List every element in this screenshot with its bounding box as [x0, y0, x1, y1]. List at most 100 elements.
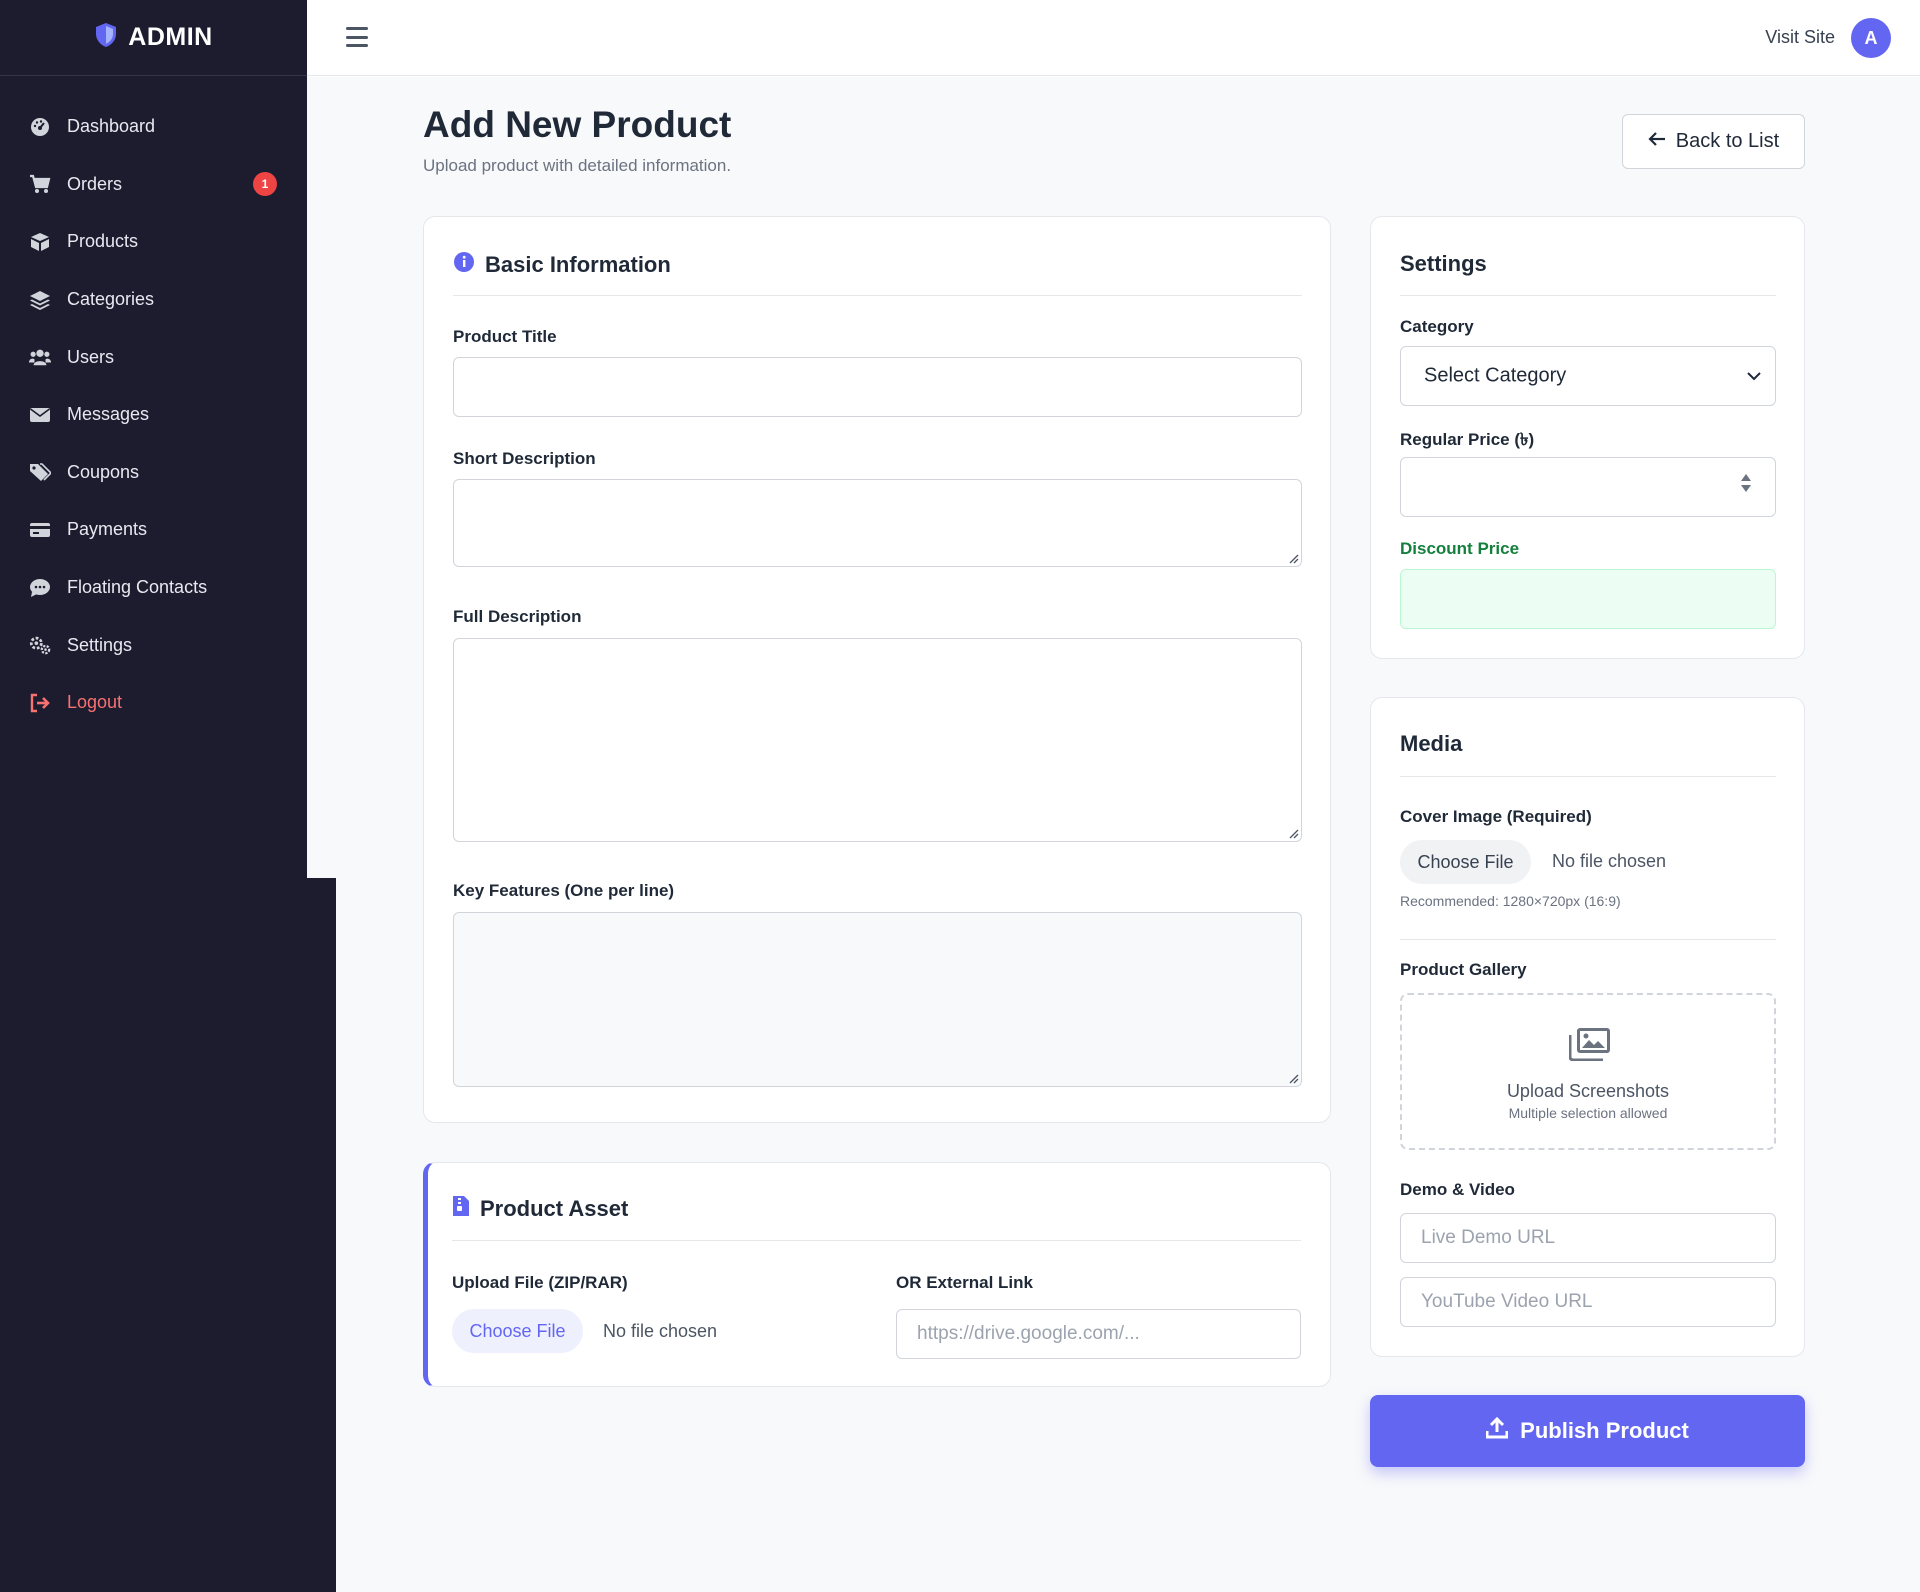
- sidebar-item-label: Settings: [67, 634, 133, 655]
- number-spinner-icon[interactable]: [1741, 474, 1751, 492]
- key-features-label: Key Features (One per line): [453, 881, 675, 900]
- cover-file-status: No file chosen: [1552, 851, 1667, 871]
- live-demo-url-input[interactable]: Live Demo URL: [1400, 1213, 1776, 1263]
- divider: [453, 295, 1302, 296]
- divider: [1400, 776, 1776, 777]
- publish-product-button[interactable]: Publish Product: [1370, 1395, 1805, 1467]
- topbar: Visit Site A: [307, 0, 1920, 76]
- orders-badge: 1: [253, 172, 277, 197]
- sidebar-item-orders[interactable]: Orders 1: [0, 156, 307, 214]
- publish-product-label: Publish Product: [1520, 1418, 1689, 1443]
- product-asset-title: Product Asset: [452, 1195, 628, 1223]
- menu-toggle-icon[interactable]: [344, 24, 370, 50]
- sidebar-item-settings[interactable]: Settings: [0, 616, 307, 674]
- external-link-input[interactable]: https://drive.google.com/...: [896, 1309, 1301, 1359]
- asset-choose-file-button[interactable]: Choose File: [452, 1309, 583, 1353]
- arrow-left-icon: [1648, 130, 1666, 153]
- product-gallery-label: Product Gallery: [1400, 960, 1527, 979]
- sidebar-item-label: Orders: [67, 173, 123, 194]
- sidebar-item-label: Coupons: [67, 461, 140, 482]
- sidebar-item-label: Payments: [67, 519, 148, 540]
- short-description-label: Short Description: [453, 449, 596, 468]
- cover-choose-file-button[interactable]: Choose File: [1400, 840, 1531, 884]
- upload-icon: [1485, 1416, 1509, 1445]
- category-select-value: Select Category: [1424, 364, 1567, 387]
- full-description-label: Full Description: [453, 607, 582, 626]
- asset-file-status: No file chosen: [603, 1321, 718, 1341]
- resize-grip-icon[interactable]: [1287, 1072, 1299, 1084]
- cover-recommended-hint: Recommended: 1280×720px (16:9): [1400, 893, 1621, 909]
- cover-image-label: Cover Image (Required): [1400, 807, 1592, 826]
- sidebar-item-label: Categories: [67, 289, 155, 310]
- sidebar-item-messages[interactable]: Messages: [0, 386, 307, 444]
- page-subtitle: Upload product with detailed information…: [423, 156, 732, 175]
- sidebar-item-payments[interactable]: Payments: [0, 501, 307, 559]
- sidebar-item-label: Products: [67, 231, 139, 252]
- resize-grip-icon[interactable]: [1287, 827, 1299, 839]
- sidebar-overflow: [0, 878, 336, 1592]
- regular-price-label: Regular Price (৳): [1400, 430, 1535, 449]
- short-description-textarea[interactable]: [453, 479, 1302, 567]
- product-asset-label: Product Asset: [480, 1196, 629, 1221]
- basic-information-title: Basic Information: [453, 251, 671, 279]
- sidebar-item-logout[interactable]: Logout: [0, 674, 307, 732]
- layers-icon: [29, 289, 51, 311]
- sidebar-item-categories[interactable]: Categories: [0, 271, 307, 329]
- sidebar-item-floating-contacts[interactable]: Floating Contacts: [0, 559, 307, 617]
- credit-card-icon: [29, 519, 51, 541]
- youtube-url-input[interactable]: YouTube Video URL: [1400, 1277, 1776, 1327]
- dashboard-icon: [29, 116, 51, 138]
- product-title-input[interactable]: [453, 357, 1302, 417]
- settings-card: Settings Category Select Category Regula…: [1370, 216, 1805, 659]
- chat-icon: [29, 577, 51, 599]
- brand-name: ADMIN: [128, 23, 213, 51]
- visit-site-link[interactable]: Visit Site: [1765, 27, 1835, 48]
- youtube-url-placeholder: YouTube Video URL: [1421, 1291, 1593, 1312]
- tags-icon: [29, 461, 51, 483]
- avatar[interactable]: A: [1851, 18, 1891, 58]
- regular-price-input[interactable]: [1400, 457, 1776, 517]
- brand[interactable]: ADMIN: [0, 0, 307, 76]
- product-asset-card: Product Asset Upload File (ZIP/RAR) Choo…: [423, 1162, 1331, 1387]
- category-select[interactable]: Select Category: [1400, 346, 1776, 406]
- sidebar: ADMIN Dashboard Orders 1 Products Catego…: [0, 0, 307, 878]
- basic-information-card: Basic Information Product Title Short De…: [423, 216, 1331, 1123]
- gallery-upload-subtitle: Multiple selection allowed: [1508, 1105, 1668, 1121]
- settings-title: Settings: [1400, 251, 1487, 276]
- info-icon: [453, 251, 475, 279]
- back-to-list-label: Back to List: [1675, 130, 1780, 152]
- demo-video-label: Demo & Video: [1400, 1180, 1515, 1199]
- external-link-placeholder: https://drive.google.com/...: [917, 1323, 1140, 1344]
- sidebar-item-label: Dashboard: [67, 116, 156, 137]
- sidebar-item-users[interactable]: Users: [0, 328, 307, 386]
- gallery-upload-title: Upload Screenshots: [1506, 1081, 1670, 1101]
- key-features-textarea[interactable]: [453, 912, 1302, 1087]
- resize-grip-icon[interactable]: [1287, 552, 1299, 564]
- box-icon: [29, 231, 51, 253]
- divider: [1400, 939, 1776, 940]
- media-title: Media: [1400, 731, 1463, 756]
- sidebar-item-label: Messages: [67, 404, 150, 425]
- category-label: Category: [1400, 317, 1474, 336]
- gears-icon: [29, 634, 51, 656]
- sidebar-nav: Dashboard Orders 1 Products Categories U…: [0, 98, 307, 732]
- full-description-textarea[interactable]: [453, 638, 1302, 842]
- upload-file-label: Upload File (ZIP/RAR): [452, 1273, 628, 1292]
- chevron-down-icon: [1747, 372, 1761, 381]
- discount-price-input[interactable]: [1400, 569, 1776, 629]
- sidebar-item-coupons[interactable]: Coupons: [0, 444, 307, 502]
- sidebar-item-products[interactable]: Products: [0, 213, 307, 271]
- page-title: Add New Product: [423, 104, 732, 145]
- sidebar-item-label: Floating Contacts: [67, 577, 208, 598]
- logout-icon: [29, 692, 51, 714]
- file-zipper-icon: [452, 1195, 470, 1223]
- sidebar-item-dashboard[interactable]: Dashboard: [0, 98, 307, 156]
- discount-price-label: Discount Price: [1400, 539, 1520, 558]
- basic-information-label: Basic Information: [485, 252, 671, 277]
- sidebar-item-label: Users: [67, 346, 115, 367]
- back-to-list-button[interactable]: Back to List: [1622, 114, 1805, 169]
- external-link-label: OR External Link: [896, 1273, 1033, 1292]
- users-icon: [29, 346, 51, 368]
- gallery-upload-dropzone[interactable]: Upload Screenshots Multiple selection al…: [1400, 993, 1776, 1150]
- images-icon: [1569, 1028, 1610, 1061]
